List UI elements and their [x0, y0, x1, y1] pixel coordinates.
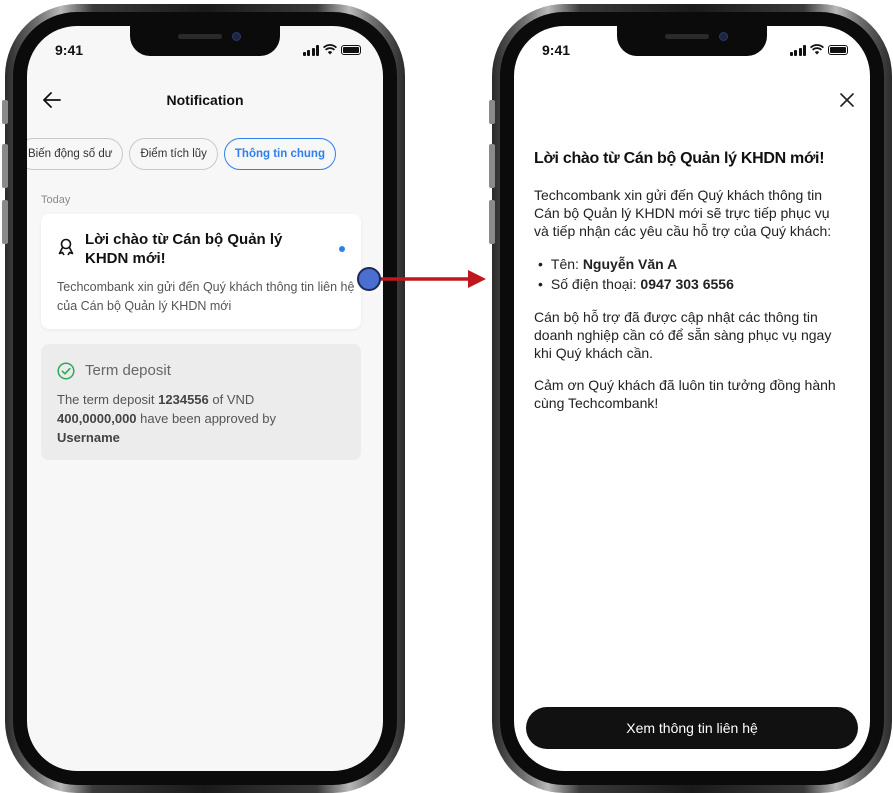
section-label-today: Today — [41, 194, 71, 206]
battery-icon — [828, 45, 848, 55]
notification-card-rm-greeting[interactable]: Lời chào từ Cán bộ Quản lý KHDN mới! Tec… — [41, 214, 361, 329]
detail-paragraph-3: Cảm ơn Quý khách đã luôn tin tưởng đồng … — [534, 377, 836, 411]
contact-list: Tên: Nguyễn Văn A Số điện thoại: 0947 30… — [534, 254, 844, 294]
mute-switch — [489, 100, 495, 124]
signal-icon — [302, 44, 319, 56]
signal-icon — [789, 44, 806, 56]
contact-phone: Số điện thoại: 0947 303 6556 — [534, 274, 844, 294]
wifi-icon — [810, 44, 824, 56]
notification-body: Techcombank xin gửi đến Quý khách thông … — [57, 280, 355, 313]
phone-notification-list: 9:41 Notification Biến động số dư Điểm t… — [2, 4, 405, 793]
tab-thong-tin-chung[interactable]: Thông tin chung — [223, 138, 336, 170]
detail-intro: Techcombank xin gửi đến Quý khách thông … — [534, 187, 832, 239]
notification-detail-screen: 9:41 Lời chào từ Cán bộ Quản lý KHDN mới… — [514, 26, 870, 771]
status-time: 9:41 — [542, 42, 571, 58]
volume-down-button — [489, 200, 495, 244]
notification-card-term-deposit[interactable]: Term deposit The term deposit 1234556 of… — [41, 344, 361, 460]
battery-icon — [341, 45, 361, 55]
deposit-amount: 400,0000,000 — [57, 411, 137, 426]
deposit-id: 1234556 — [158, 392, 209, 407]
detail-title: Lời chào từ Cán bộ Quản lý KHDN mới! — [534, 150, 825, 167]
page-title: Notification — [166, 92, 244, 108]
nav-header: Notification — [27, 88, 383, 118]
notification-detail: Lời chào từ Cán bộ Quản lý KHDN mới! Tec… — [534, 150, 844, 426]
category-tabs: Biến động số dư Điểm tích lũy Thông tin … — [27, 138, 336, 170]
notch — [130, 26, 280, 56]
tab-bien-dong-so-du[interactable]: Biến động số dư — [27, 138, 124, 170]
notification-body: The term deposit 1234556 of VND 400,0000… — [57, 392, 277, 445]
volume-down-button — [2, 200, 8, 244]
unread-indicator — [339, 246, 345, 252]
contact-name: Tên: Nguyễn Văn A — [534, 254, 844, 274]
phone-notification-detail: 9:41 Lời chào từ Cán bộ Quản lý KHDN mới… — [489, 4, 892, 793]
mute-switch — [2, 100, 8, 124]
volume-up-button — [2, 144, 8, 188]
notification-title: Term deposit — [85, 362, 171, 379]
badge-icon — [57, 238, 75, 256]
volume-up-button — [489, 144, 495, 188]
tab-diem-tich-luy[interactable]: Điểm tích lũy — [129, 138, 218, 170]
notification-screen: 9:41 Notification Biến động số dư Điểm t… — [27, 26, 383, 771]
wifi-icon — [323, 44, 337, 56]
detail-paragraph-2: Cán bộ hỗ trợ đã được cập nhật các thông… — [534, 309, 832, 361]
notch — [617, 26, 767, 56]
notification-title: Lời chào từ Cán bộ Quản lý KHDN mới! — [85, 231, 283, 267]
status-time: 9:41 — [55, 42, 84, 58]
flow-stage: 9:41 Notification Biến động số dư Điểm t… — [0, 0, 893, 793]
check-circle-icon — [57, 362, 75, 380]
close-icon[interactable] — [840, 90, 854, 113]
approver-username: Username — [57, 430, 120, 445]
view-contact-button[interactable]: Xem thông tin liên hệ — [526, 707, 858, 749]
